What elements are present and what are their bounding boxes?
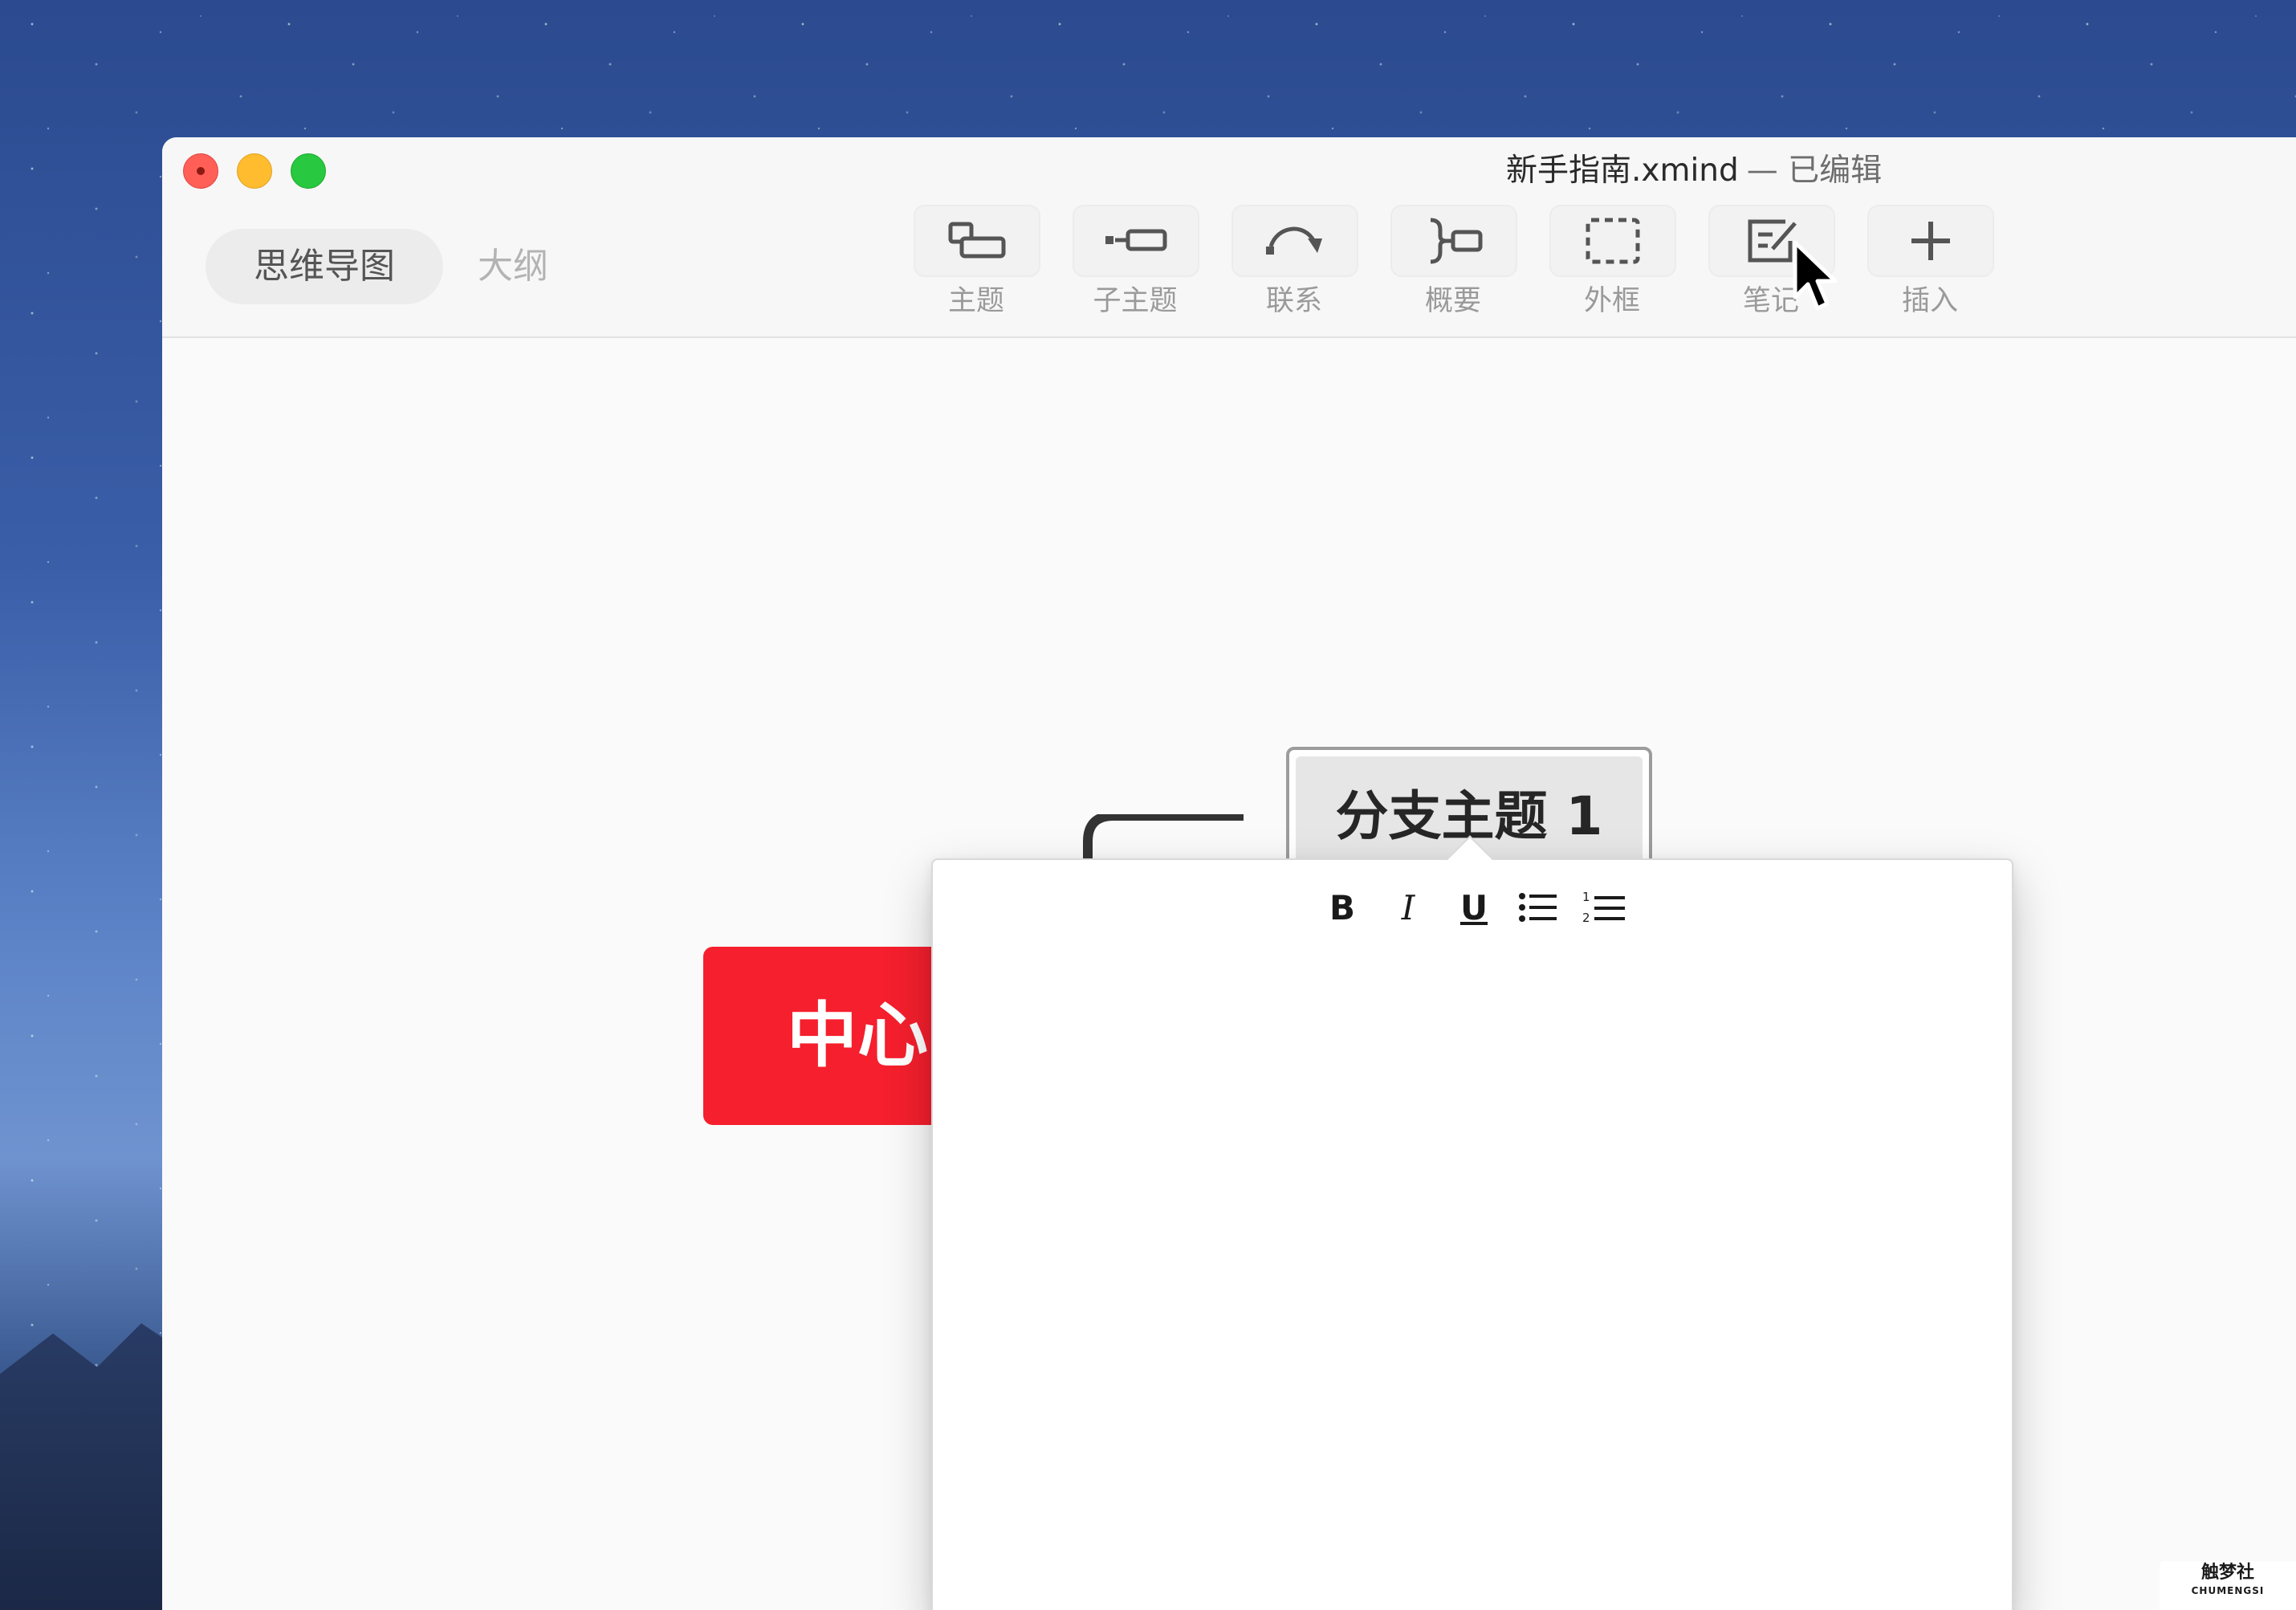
toolbar-boundary[interactable]: 外框 (1548, 205, 1676, 325)
note-text-area[interactable] (981, 964, 1964, 1583)
summary-button[interactable] (1390, 205, 1517, 277)
svg-text:1: 1 (1582, 890, 1590, 904)
bold-button[interactable]: B (1318, 882, 1366, 932)
numbered-list-button[interactable]: 1 2 (1580, 882, 1628, 932)
relationship-icon (1266, 226, 1322, 255)
app-window: 新手指南.xmind — 已编辑 思维导图 大纲 主题 子主题 联系 概要 外框… (162, 137, 2296, 1610)
toolbar-label: 概要 (1424, 285, 1481, 317)
edited-status: — 已编辑 (1746, 153, 1883, 189)
watermark-subtext: CHUMENGSI (2191, 1585, 2265, 1596)
toolbar-subtopic[interactable]: 子主题 (1071, 205, 1199, 325)
summary-icon (1430, 218, 1483, 264)
central-topic-label: 中心主题 (787, 994, 928, 1077)
toolbar-label: 插入 (1901, 285, 1958, 317)
underline-button[interactable]: U (1450, 882, 1498, 932)
title-bar: 新手指南.xmind — 已编辑 思维导图 大纲 主题 子主题 联系 概要 外框… (162, 137, 2296, 338)
tab-mindmap[interactable]: 思维导图 (206, 229, 443, 304)
toolbar-label: 联系 (1265, 285, 1322, 317)
minimize-window-button[interactable] (237, 153, 272, 189)
bullet-list-button[interactable] (1514, 882, 1562, 932)
insert-button[interactable] (1867, 205, 1994, 277)
toolbar-summary[interactable]: 概要 (1389, 205, 1517, 325)
mouse-pointer-icon (1793, 240, 1838, 311)
toolbar-label: 子主题 (1093, 285, 1178, 317)
topic-icon (948, 222, 1006, 259)
toolbar-relationship[interactable]: 联系 (1230, 205, 1358, 325)
italic-button[interactable]: I (1384, 882, 1432, 932)
toolbar-topic[interactable]: 主题 (912, 205, 1040, 325)
note-editor-popover: B I U 1 2 (931, 835, 2013, 1610)
watermark-logo: 触梦社 CHUMENGSI (2160, 1561, 2296, 1610)
relationship-button[interactable] (1231, 205, 1358, 277)
numbered-list-icon: 1 2 (1582, 890, 1625, 925)
toolbar-label: 主题 (947, 285, 1004, 317)
insert-icon (1911, 222, 1950, 260)
svg-text:2: 2 (1582, 911, 1590, 925)
document-title: 新手指南.xmind — 已编辑 (1506, 149, 1882, 194)
subtopic-button[interactable] (1073, 205, 1199, 277)
watermark-text: 触梦社 (2200, 1563, 2254, 1583)
subtopic-icon (1105, 229, 1167, 251)
document-filename: 新手指南.xmind (1506, 153, 1739, 189)
note-format-toolbar: B I U 1 2 (1318, 882, 1655, 932)
boundary-icon (1586, 218, 1640, 264)
toolbar-label: 外框 (1583, 285, 1640, 317)
topic-button[interactable] (914, 205, 1040, 277)
maximize-window-button[interactable] (291, 153, 326, 189)
bullet-list-icon (1519, 893, 1557, 922)
close-window-button[interactable] (183, 153, 218, 189)
mindmap-canvas[interactable]: 中心主题 分支主题 1 B I U 1 (162, 338, 2296, 1610)
tab-outline[interactable]: 大纲 (461, 229, 565, 304)
toolbar-insert[interactable]: 插入 (1866, 205, 1994, 325)
boundary-button[interactable] (1549, 205, 1676, 277)
